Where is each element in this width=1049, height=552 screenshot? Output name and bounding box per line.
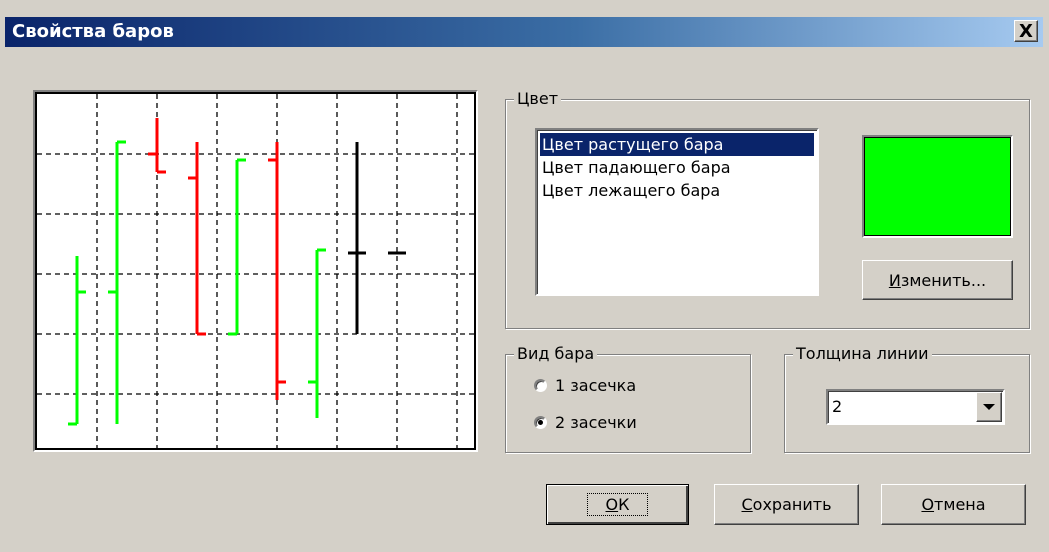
color-swatch bbox=[862, 135, 1013, 238]
cancel-button-hotkey: О bbox=[921, 495, 935, 514]
line-width-value: 2 bbox=[832, 397, 843, 416]
bar-preview-chart bbox=[37, 94, 474, 448]
bar-preview bbox=[33, 90, 478, 452]
list-item-flat-color[interactable]: Цвет лежащего бара bbox=[537, 179, 817, 202]
bar-properties-dialog: Свойства баров X Цвет Цвет растущего бар… bbox=[0, 0, 1049, 552]
radio-two-ticks-label: 2 засечки bbox=[555, 413, 637, 432]
change-color-button-label: зменить... bbox=[900, 270, 987, 290]
bar-type-group: Вид бара bbox=[505, 344, 751, 453]
cancel-button[interactable]: Отмена bbox=[881, 484, 1026, 525]
ok-button[interactable]: ОК bbox=[546, 484, 689, 525]
chevron-down-icon bbox=[983, 404, 995, 410]
line-width-select[interactable]: 2 bbox=[826, 389, 1005, 425]
color-group-legend: Цвет bbox=[514, 89, 562, 108]
save-button[interactable]: Сохранить bbox=[714, 484, 859, 525]
radio-one-tick-circle[interactable] bbox=[534, 379, 547, 392]
list-item-falling-color[interactable]: Цвет падающего бара bbox=[537, 156, 817, 179]
radio-two-ticks-circle[interactable] bbox=[534, 416, 547, 429]
ok-button-focus: ОК bbox=[586, 493, 649, 516]
ok-button-label: К bbox=[618, 495, 630, 514]
color-swatch-fill bbox=[864, 137, 1011, 236]
bar-type-group-legend: Вид бара bbox=[514, 344, 598, 363]
save-button-label: охранить bbox=[752, 495, 832, 514]
radio-one-tick-label: 1 засечка bbox=[555, 376, 637, 395]
ok-button-hotkey: О bbox=[605, 495, 619, 514]
bar-preview-canvas bbox=[35, 92, 476, 450]
title-bar[interactable]: Свойства баров X bbox=[5, 17, 1043, 47]
close-button[interactable]: X bbox=[1014, 20, 1038, 42]
dropdown-arrow-button[interactable] bbox=[976, 392, 1002, 422]
change-color-button[interactable]: Изменить... bbox=[862, 260, 1013, 300]
save-button-hotkey: С bbox=[741, 495, 753, 514]
cancel-button-label: тмена bbox=[934, 495, 986, 514]
window-title: Свойства баров bbox=[12, 21, 174, 42]
radio-two-ticks[interactable]: 2 засечки bbox=[534, 413, 637, 432]
line-width-group-legend: Толщина линии bbox=[793, 344, 932, 363]
list-item-rising-color[interactable]: Цвет растущего бара bbox=[540, 133, 814, 156]
close-icon: X bbox=[1019, 20, 1033, 42]
change-color-button-hotkey: И bbox=[888, 270, 901, 290]
bar-color-list[interactable]: Цвет растущего бара Цвет падающего бара … bbox=[535, 128, 819, 296]
radio-one-tick[interactable]: 1 засечка bbox=[534, 376, 636, 395]
